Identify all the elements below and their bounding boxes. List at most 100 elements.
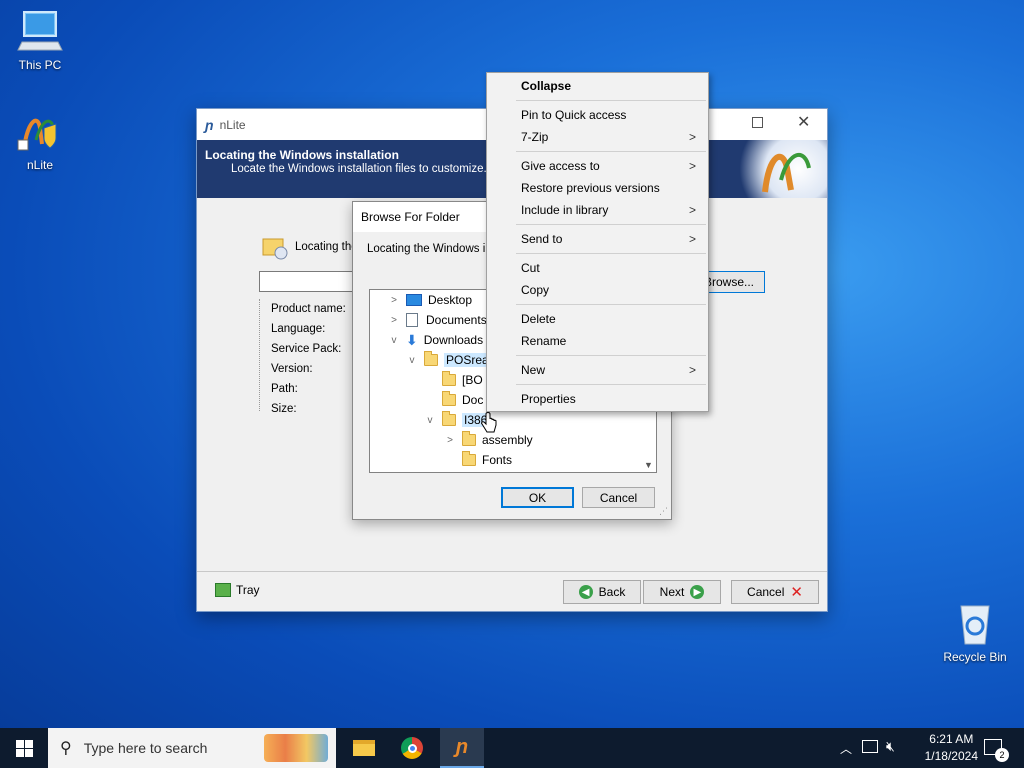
- menu-item-properties[interactable]: Properties: [487, 388, 708, 410]
- next-button[interactable]: Next ▶: [643, 580, 721, 604]
- submenu-arrow-icon: >: [688, 203, 696, 217]
- window-title: nLite: [219, 117, 246, 132]
- download-arrow-icon: ⬇: [406, 331, 418, 348]
- field-product-name: Product name:: [271, 303, 346, 315]
- back-button[interactable]: ◀ Back: [563, 580, 641, 604]
- tree-item-desktop[interactable]: > Desktop: [388, 290, 472, 310]
- network-icon[interactable]: [862, 740, 878, 753]
- folder-icon: [462, 431, 476, 446]
- desktop-icon-label: nLite: [26, 158, 54, 172]
- menu-label: Give access to: [521, 159, 600, 173]
- volume-muted-icon[interactable]: 🔇︎: [886, 738, 895, 755]
- tree-item-label: Documents: [426, 313, 487, 327]
- tree-item-bo[interactable]: [BO: [442, 370, 483, 390]
- menu-label: New: [521, 363, 546, 377]
- menu-label: Copy: [521, 283, 550, 297]
- chrome-icon: [401, 737, 423, 759]
- menu-item-copy[interactable]: Copy: [487, 279, 708, 301]
- clock[interactable]: 6:21 AM 1/18/2024: [925, 731, 978, 765]
- submenu-arrow-icon: >: [688, 232, 696, 246]
- menu-item-send-to[interactable]: Send to >: [487, 228, 708, 250]
- menu-item-7zip[interactable]: 7-Zip >: [487, 126, 708, 148]
- taskbar-chrome[interactable]: [392, 728, 432, 768]
- resize-grip-icon[interactable]: ⋰: [659, 506, 668, 517]
- submenu-arrow-icon: >: [688, 363, 696, 377]
- menu-label: Send to: [521, 232, 563, 246]
- field-version: Version:: [271, 363, 313, 375]
- taskbar-nlite[interactable]: ɲ: [440, 728, 484, 768]
- next-label: Next: [659, 585, 685, 599]
- collapse-chevron-icon[interactable]: v: [406, 355, 418, 366]
- search-icon: ⚲: [60, 740, 72, 757]
- taskbar-file-explorer[interactable]: [344, 728, 384, 768]
- folder-icon: [424, 351, 438, 366]
- tree-item-fonts[interactable]: Fonts: [462, 450, 512, 470]
- tree-item-posrea[interactable]: v POSrea: [406, 350, 491, 370]
- menu-item-include-library[interactable]: Include in library >: [487, 199, 708, 221]
- dialog-cancel-button[interactable]: Cancel: [582, 487, 655, 508]
- desktop-icon-this-pc[interactable]: This PC: [2, 10, 78, 72]
- scroll-down-icon[interactable]: ▼: [644, 460, 653, 470]
- header-title: Locating the Windows installation: [205, 148, 399, 162]
- menu-item-give-access[interactable]: Give access to >: [487, 155, 708, 177]
- desktop-icon-label: Recycle Bin: [943, 650, 1007, 664]
- recycle-bin-icon: [951, 602, 999, 646]
- menu-separator: [516, 151, 706, 152]
- close-icon[interactable]: ✕: [797, 112, 810, 132]
- menu-label: Rename: [521, 334, 567, 348]
- clock-time: 6:21 AM: [929, 732, 974, 746]
- menu-label: Pin to Quick access: [521, 108, 627, 122]
- cancel-button[interactable]: Cancel ✕: [731, 580, 819, 604]
- collapse-chevron-icon[interactable]: v: [424, 415, 436, 426]
- ok-button[interactable]: OK: [501, 487, 574, 508]
- field-path: Path:: [271, 383, 298, 395]
- maximize-icon[interactable]: [752, 117, 763, 128]
- menu-label: Include in library: [521, 203, 609, 217]
- desktop-icon-label: This PC: [18, 58, 62, 72]
- back-arrow-icon: ◀: [578, 585, 593, 599]
- search-placeholder: Type here to search: [83, 740, 208, 756]
- menu-separator: [516, 100, 706, 101]
- menu-item-collapse[interactable]: Collapse: [487, 75, 708, 97]
- folder-icon: [442, 371, 456, 386]
- menu-item-new[interactable]: New >: [487, 359, 708, 381]
- menu-item-pin-quick-access[interactable]: Pin to Quick access: [487, 104, 708, 126]
- field-language: Language:: [271, 323, 326, 335]
- tray-overflow-chevron-icon[interactable]: ︿: [840, 740, 852, 757]
- expand-chevron-icon[interactable]: >: [444, 435, 456, 446]
- desktop-icon-nlite[interactable]: nLite: [2, 110, 78, 172]
- file-explorer-icon: [353, 740, 375, 756]
- clock-date: 1/18/2024: [924, 749, 978, 763]
- tree-item-label: [BO: [462, 373, 483, 387]
- menu-separator: [516, 253, 706, 254]
- hand-cursor-icon: [480, 412, 498, 436]
- menu-item-delete[interactable]: Delete: [487, 308, 708, 330]
- tray-icon: [215, 583, 231, 597]
- tree-item-documents[interactable]: > Documents: [388, 310, 487, 330]
- menu-item-rename[interactable]: Rename: [487, 330, 708, 352]
- collapse-chevron-icon[interactable]: v: [388, 335, 400, 346]
- tree-item-doc[interactable]: Doc: [442, 390, 483, 410]
- notification-center-icon[interactable]: 2: [984, 739, 1009, 762]
- notification-badge: 2: [995, 748, 1009, 762]
- expand-chevron-icon[interactable]: >: [388, 295, 400, 306]
- menu-item-restore-versions[interactable]: Restore previous versions: [487, 177, 708, 199]
- expand-chevron-icon[interactable]: >: [388, 315, 400, 326]
- tree-item-label: Downloads: [423, 333, 484, 347]
- menu-label: 7-Zip: [521, 130, 549, 144]
- tree-item-downloads[interactable]: v ⬇ Downloads: [388, 330, 484, 350]
- menu-label: Collapse: [521, 79, 572, 93]
- tray-button[interactable]: Tray: [215, 583, 260, 597]
- computer-icon: [16, 10, 64, 54]
- nlite-app-icon: ɲ: [205, 116, 214, 133]
- menu-label: Restore previous versions: [521, 181, 660, 195]
- path-input[interactable]: [259, 271, 355, 292]
- taskbar-search-box[interactable]: ⚲ Type here to search: [48, 728, 336, 768]
- cancel-label: Cancel: [747, 585, 785, 599]
- documents-icon: [406, 313, 418, 327]
- menu-item-cut[interactable]: Cut: [487, 257, 708, 279]
- field-size: Size:: [271, 403, 297, 415]
- dialog-description: Locating the Windows ins: [367, 243, 498, 255]
- start-button[interactable]: [0, 728, 48, 768]
- desktop-icon-recycle-bin[interactable]: Recycle Bin: [937, 602, 1013, 664]
